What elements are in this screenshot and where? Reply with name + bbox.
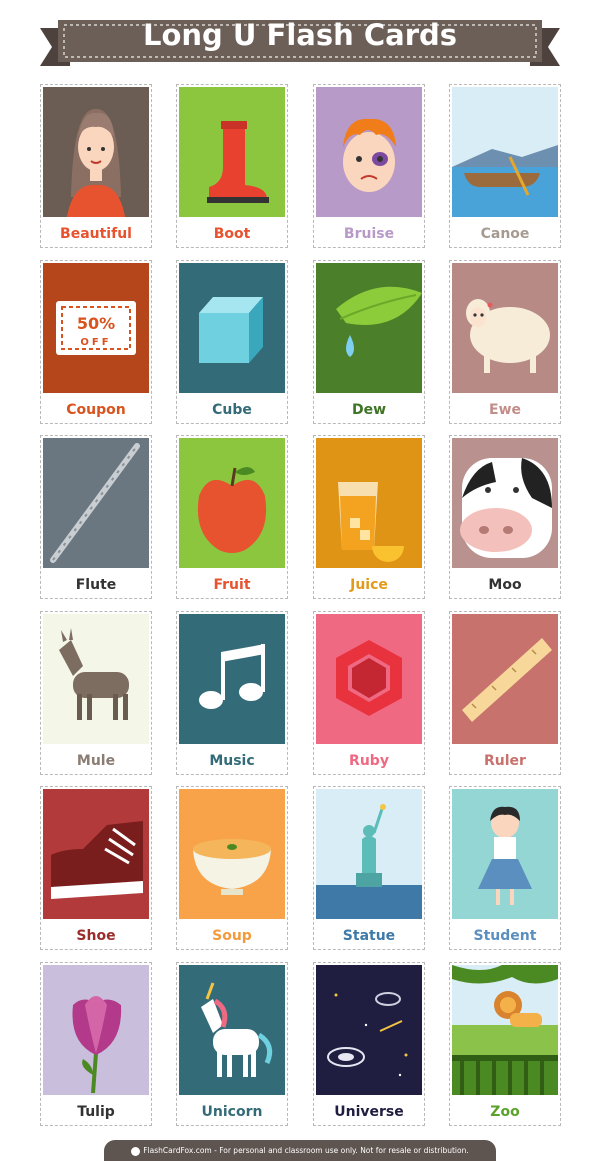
flash-card-dew: Dew <box>313 260 425 424</box>
flash-card-unicorn: Unicorn <box>176 962 288 1126</box>
unicorn-icon <box>179 965 285 1095</box>
ruler-icon <box>452 614 558 744</box>
footer-text: FlashCardFox.com - For personal and clas… <box>143 1146 469 1155</box>
ruby-icon <box>316 614 422 744</box>
card-label: Music <box>209 753 255 769</box>
flash-card-zoo: Zoo <box>449 962 561 1126</box>
flash-card-cube: Cube <box>176 260 288 424</box>
card-label: Ruby <box>349 753 389 769</box>
card-label: Unicorn <box>201 1104 263 1120</box>
page-title: Long U Flash Cards <box>142 18 458 52</box>
card-label: Student <box>473 928 537 944</box>
svg-text:OFF: OFF <box>80 337 111 348</box>
flash-card-tulip: Tulip <box>40 962 152 1126</box>
flash-card-ruby: Ruby <box>313 611 425 775</box>
canoe-icon <box>452 87 558 217</box>
card-label: Mule <box>76 753 116 769</box>
card-label: Flute <box>75 577 117 593</box>
sheep-icon <box>452 263 558 393</box>
flash-card-flute: Flute <box>40 435 152 599</box>
flash-card-fruit: Fruit <box>176 435 288 599</box>
card-label: Moo <box>488 577 522 593</box>
flash-card-mule: Mule <box>40 611 152 775</box>
card-label: Ruler <box>484 753 526 769</box>
flash-card-ewe: Ewe <box>449 260 561 424</box>
card-label: Tulip <box>77 1104 115 1120</box>
mule-icon <box>43 614 149 744</box>
flash-card-universe: Universe <box>313 962 425 1126</box>
card-label: Zoo <box>490 1104 520 1120</box>
dew-leaf-icon <box>316 263 422 393</box>
music-note-icon <box>179 614 285 744</box>
card-label: Statue <box>342 928 396 944</box>
student-icon <box>452 789 558 919</box>
statue-of-liberty-icon <box>316 789 422 919</box>
cow-icon <box>452 438 558 568</box>
card-label: Juice <box>350 577 388 593</box>
flash-card-boot: Boot <box>176 84 288 248</box>
apple-icon <box>179 438 285 568</box>
zoo-lion-icon <box>452 965 558 1095</box>
juice-icon <box>316 438 422 568</box>
fox-logo-icon <box>131 1146 141 1156</box>
girl-icon <box>43 87 149 217</box>
card-label: Boot <box>213 226 251 242</box>
cube-icon <box>179 263 285 393</box>
card-label: Beautiful <box>60 226 132 242</box>
soup-icon <box>179 789 285 919</box>
galaxy-icon <box>316 965 422 1095</box>
flash-card-statue: Statue <box>313 786 425 950</box>
flash-card-soup: Soup <box>176 786 288 950</box>
card-label: Shoe <box>76 928 116 944</box>
coupon-icon: 50% OFF <box>43 263 149 393</box>
sneaker-icon <box>43 789 149 919</box>
flash-card-ruler: Ruler <box>449 611 561 775</box>
card-label: Soup <box>212 928 252 944</box>
flash-card-juice: Juice <box>313 435 425 599</box>
flash-card-coupon: 50% OFF Coupon <box>40 260 152 424</box>
flash-card-shoe: Shoe <box>40 786 152 950</box>
card-label: Bruise <box>343 226 395 242</box>
flash-card-beautiful: Beautiful <box>40 84 152 248</box>
boot-icon <box>179 87 285 217</box>
card-label: Ewe <box>489 402 521 418</box>
card-label: Canoe <box>480 226 530 242</box>
card-label: Cube <box>212 402 252 418</box>
footer: FlashCardFox.com - For personal and clas… <box>104 1140 496 1161</box>
flash-card-music: Music <box>176 611 288 775</box>
flash-card-bruise: Bruise <box>313 84 425 248</box>
flash-card-canoe: Canoe <box>449 84 561 248</box>
flash-card-moo: Moo <box>449 435 561 599</box>
flash-card-student: Student <box>449 786 561 950</box>
svg-text:50%: 50% <box>77 314 115 333</box>
tulip-icon <box>43 965 149 1095</box>
card-label: Universe <box>334 1104 404 1120</box>
card-label: Dew <box>351 402 387 418</box>
card-label: Fruit <box>213 577 251 593</box>
bruised-boy-icon <box>316 87 422 217</box>
card-label: Coupon <box>66 402 126 418</box>
flute-icon <box>43 438 149 568</box>
